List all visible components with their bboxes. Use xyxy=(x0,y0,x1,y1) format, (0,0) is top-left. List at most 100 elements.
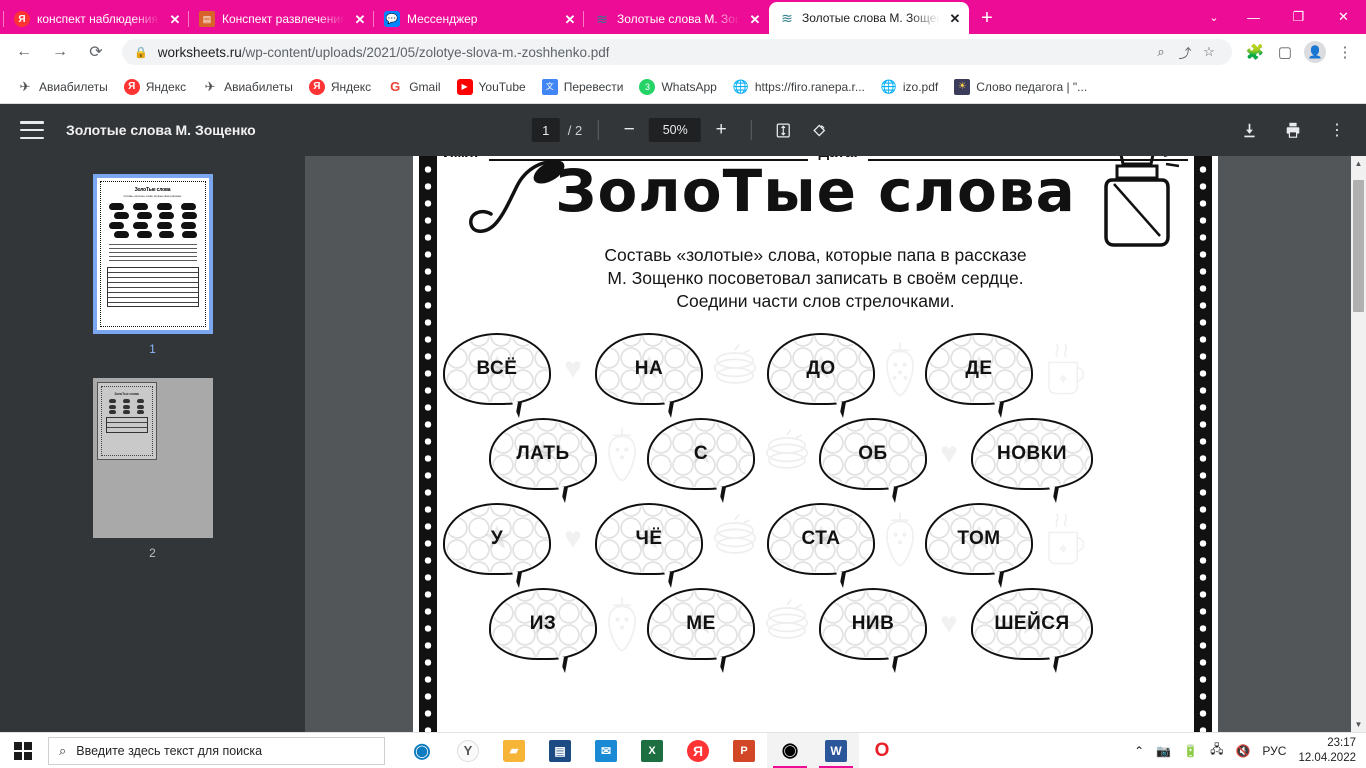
word-bubble[interactable]: ИЗ xyxy=(489,587,597,673)
language-indicator[interactable]: РУС xyxy=(1262,744,1286,758)
minimize-button[interactable]: — xyxy=(1231,0,1276,34)
thumbnail-page-2[interactable]: ЗолоТые слова xyxy=(92,378,213,538)
word-bubble[interactable]: ОБ xyxy=(819,417,927,503)
bookmark-item[interactable]: ▶ YouTube xyxy=(450,76,533,98)
word-bubble[interactable]: ДО xyxy=(767,332,875,418)
pdf-thumbnail-pane[interactable]: ЗолоТые слова Составь «золотые» слова, к… xyxy=(0,156,305,732)
tab-close-icon[interactable]: ✕ xyxy=(352,11,368,27)
network-icon[interactable]: 🖧 xyxy=(1210,740,1223,761)
word-bubble[interactable]: СТА xyxy=(767,502,875,588)
back-button[interactable]: ← xyxy=(9,37,39,67)
taskbar-app-yandex-browser[interactable]: Y xyxy=(445,733,491,768)
close-window-button[interactable]: ✕ xyxy=(1321,0,1366,34)
tab-search-icon[interactable]: ⌄ xyxy=(1197,0,1231,34)
youtube-icon: ▶ xyxy=(456,78,473,95)
word-bubble[interactable]: ДЕ xyxy=(925,332,1033,418)
bookmark-star-icon[interactable]: ☆ xyxy=(1198,41,1220,63)
rotate-icon[interactable] xyxy=(804,115,834,145)
tab-close-icon[interactable]: ✕ xyxy=(947,10,963,26)
reload-button[interactable]: ⟳ xyxy=(81,37,111,67)
page-number-input[interactable]: 1 xyxy=(531,118,560,142)
zoom-icon[interactable]: ⌕ xyxy=(1150,41,1172,63)
messenger-icon: 💬 xyxy=(384,11,400,27)
bookmark-item[interactable]: G Gmail xyxy=(380,76,447,98)
bookmark-item[interactable]: 文 Перевести xyxy=(535,76,631,98)
forward-button[interactable]: → xyxy=(45,37,75,67)
word-bubble[interactable]: ВСЁ xyxy=(443,332,551,418)
scroll-down-arrow-icon[interactable]: ▼ xyxy=(1351,717,1366,732)
swirl-icon xyxy=(755,421,819,487)
word-bubble[interactable]: ЛАТЬ xyxy=(489,417,597,503)
thumbnail-item[interactable]: ЗолоТые слова 2 xyxy=(0,378,305,560)
taskbar-app-excel[interactable]: X xyxy=(629,733,675,768)
taskbar-app-powerpoint[interactable]: P xyxy=(721,733,767,768)
browser-tab-2[interactable]: 💬 Мессенджер ✕ xyxy=(373,4,584,34)
battery-icon[interactable]: 🔋 xyxy=(1183,744,1198,758)
word-bubble[interactable]: НОВКИ xyxy=(971,417,1093,503)
clock-time: 23:17 xyxy=(1327,737,1356,750)
taskbar-app-edge[interactable]: ◉ xyxy=(399,733,445,768)
browser-tab-0[interactable]: Я конспект наблюдения за хо ✕ xyxy=(3,4,189,34)
address-bar-url: worksheets.ru/wp-content/uploads/2021/05… xyxy=(157,44,610,60)
zoom-out-button[interactable]: − xyxy=(615,116,643,144)
taskbar-app-opera[interactable]: O xyxy=(859,733,905,768)
taskbar-app-yandex[interactable]: Я xyxy=(675,733,721,768)
pdf-page-controls: 1 / 2 − 50% + xyxy=(531,115,834,145)
print-icon[interactable] xyxy=(1278,115,1308,145)
scrollbar-thumb[interactable] xyxy=(1353,180,1364,312)
taskbar-search-box[interactable]: ⌕ Введите здесь текст для поиска xyxy=(48,736,385,765)
clock[interactable]: 23:17 12.04.2022 xyxy=(1298,736,1356,765)
volume-muted-icon[interactable]: 🔇 xyxy=(1235,744,1250,758)
address-bar[interactable]: 🔒 worksheets.ru/wp-content/uploads/2021/… xyxy=(122,39,1232,65)
new-tab-button[interactable]: + xyxy=(973,4,1001,32)
chrome-menu-icon[interactable]: ⋮ xyxy=(1331,38,1359,66)
word-bubble[interactable]: МЕ xyxy=(647,587,755,673)
taskbar-app-word[interactable]: W xyxy=(813,732,859,768)
scroll-up-arrow-icon[interactable]: ▲ xyxy=(1351,156,1366,171)
bookmark-item[interactable]: 🌐 https://firo.ranepa.r... xyxy=(726,76,872,98)
word-bubble[interactable]: С xyxy=(647,417,755,503)
word-bubble[interactable]: НИВ xyxy=(819,587,927,673)
bookmark-item[interactable]: ✈ Авиабилеты xyxy=(10,76,115,98)
word-bubble[interactable]: НА xyxy=(595,332,703,418)
hamburger-icon[interactable] xyxy=(20,121,44,139)
profile-avatar[interactable]: 👤 xyxy=(1301,38,1329,66)
word-bubble[interactable]: У xyxy=(443,502,551,588)
bookmark-item[interactable]: Я Яндекс xyxy=(302,76,378,98)
taskbar-app-chrome[interactable]: ◉ xyxy=(767,732,813,768)
pdf-page-canvas[interactable]: Имя: Дата: xyxy=(305,156,1351,732)
thumbnail-item[interactable]: ЗолоТые слова Составь «золотые» слова, к… xyxy=(0,174,305,356)
maximize-button[interactable]: ❐ xyxy=(1276,0,1321,34)
bookmark-item[interactable]: Я Яндекс xyxy=(117,76,193,98)
share-icon[interactable]: ⤴ xyxy=(1174,41,1196,63)
bookmark-item[interactable]: ☀ Слово педагога | "... xyxy=(947,76,1094,98)
start-button[interactable] xyxy=(0,733,46,768)
word-bubble[interactable]: ЧЁ xyxy=(595,502,703,588)
thumbnail-page-1[interactable]: ЗолоТые слова Составь «золотые» слова, к… xyxy=(92,174,213,334)
tab-close-icon[interactable]: ✕ xyxy=(167,11,183,27)
download-icon[interactable] xyxy=(1234,115,1264,145)
zoom-in-button[interactable]: + xyxy=(707,116,735,144)
word-bubble[interactable]: ТОМ xyxy=(925,502,1033,588)
browser-tab-4-active[interactable]: ≋ Золотые слова М. Зощенко ✕ xyxy=(769,2,969,34)
bubble-text: ШЕЙСЯ xyxy=(994,612,1070,634)
extensions-puzzle-icon[interactable]: 🧩 xyxy=(1241,38,1269,66)
camera-icon[interactable]: 📷 xyxy=(1156,744,1171,758)
zoom-level-value[interactable]: 50% xyxy=(649,118,702,142)
word-bubble[interactable]: ШЕЙСЯ xyxy=(971,587,1093,673)
tab-close-icon[interactable]: ✕ xyxy=(562,11,578,27)
bookmark-item[interactable]: ✈ Авиабилеты xyxy=(195,76,300,98)
browser-tab-1[interactable]: ▤ Конспект развлечения по эк ✕ xyxy=(188,4,374,34)
taskbar-app-microsoft-store[interactable]: ▤ xyxy=(537,733,583,768)
show-hidden-icons-icon[interactable]: ⌃ xyxy=(1134,744,1144,758)
pdf-vertical-scrollbar[interactable]: ▲ ▼ xyxy=(1351,156,1366,732)
tab-close-icon[interactable]: ✕ xyxy=(747,11,763,27)
taskbar-app-mail[interactable]: ✉ xyxy=(583,733,629,768)
side-panel-icon[interactable]: ▢ xyxy=(1271,38,1299,66)
fit-page-icon[interactable] xyxy=(768,115,798,145)
bookmark-item[interactable]: 3 WhatsApp xyxy=(632,76,723,98)
browser-tab-3[interactable]: ≋ Золотые слова М. Зощенко ✕ xyxy=(583,4,769,34)
taskbar-app-file-explorer[interactable]: ▰ xyxy=(491,733,537,768)
pdf-more-menu-icon[interactable]: ⋮ xyxy=(1322,115,1352,145)
bookmark-item[interactable]: 🌐 izo.pdf xyxy=(874,76,945,98)
